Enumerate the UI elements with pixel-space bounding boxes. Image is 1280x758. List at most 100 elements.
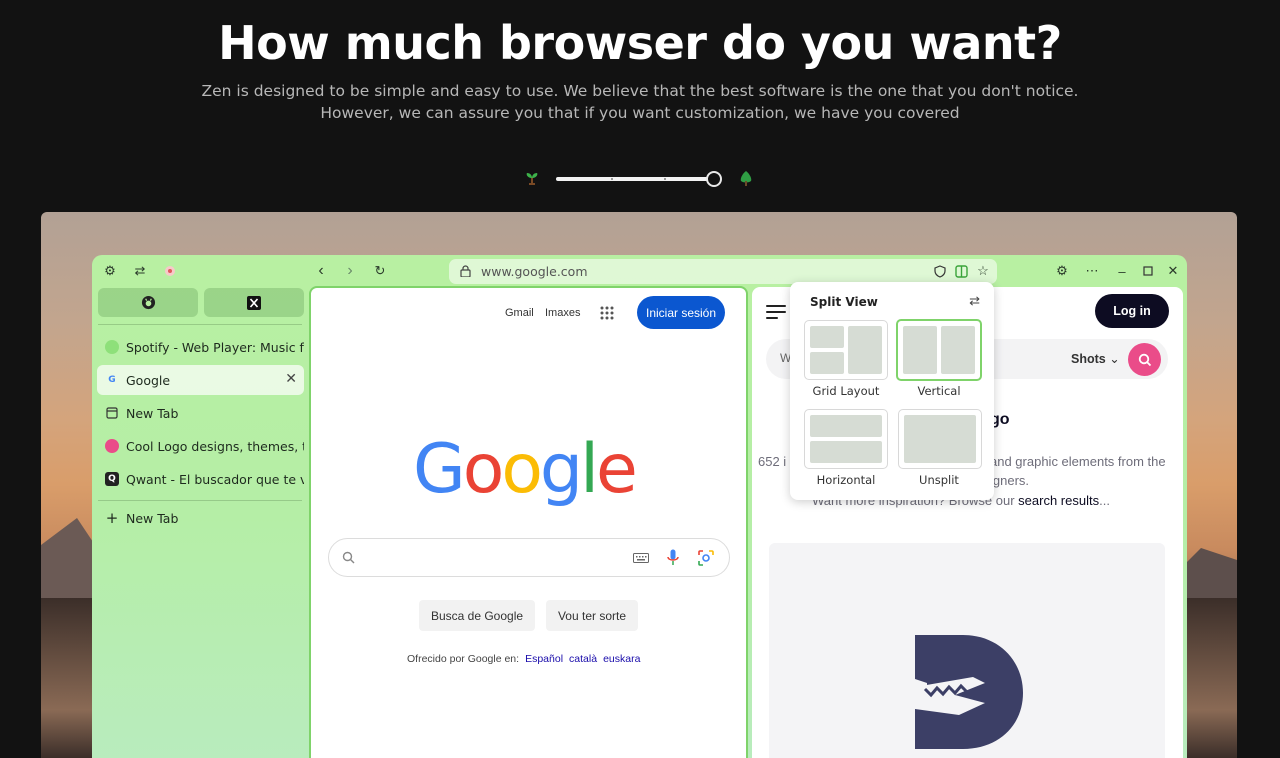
star-icon[interactable]: ☆ [975,263,991,279]
images-link[interactable]: Imaxes [545,307,580,319]
search-results-link[interactable]: search results [1018,493,1099,508]
spotify-icon [105,340,119,354]
offered-label: Ofrecido por Google en: [407,653,520,665]
feeling-lucky-button[interactable]: Vou ter sorte [546,600,638,631]
plus-icon: + [105,509,119,527]
tab-sidebar: Spotify - Web Player: Music for e G Goog… [92,287,308,758]
url-bar[interactable]: www.google.com ☆ [449,259,997,284]
google-search-button[interactable]: Busca de Google [419,600,535,631]
keyboard-icon[interactable] [633,553,649,563]
close-tab-icon[interactable]: ✕ [285,371,297,387]
search-icon [342,551,355,564]
google-pane: Gmail Imaxes Iniciar sesión Google Busca… [309,286,748,758]
dribbble-icon [105,439,119,453]
split-option-label: Grid Layout [812,384,880,398]
sidebar-divider [98,324,302,325]
gmail-link[interactable]: Gmail [505,307,534,319]
sidebar-divider [98,500,302,501]
split-view-icon[interactable] [953,263,969,279]
split-option-grid[interactable] [804,320,888,380]
maximize-icon[interactable] [1140,263,1156,279]
swap-panes-icon[interactable]: ⇄ [969,293,980,309]
results-description: igners. [990,473,1030,488]
tab-google[interactable]: G Google ✕ [97,365,304,395]
pinned-tab-x[interactable] [204,288,304,317]
shield-icon[interactable] [932,263,948,279]
split-view-title: Split View [810,295,878,309]
search-submit-button[interactable] [1128,343,1161,376]
customization-slider[interactable] [0,168,1280,190]
preview-stage: ⚙ ⇄ ‹ › ↻ www.google.com ☆ ⚙ ⋯ – ✕ Spoti… [41,212,1237,758]
split-option-horizontal[interactable] [804,409,888,469]
sync-icon[interactable]: ⇄ [132,263,148,279]
ellipsis: ... [1099,493,1110,508]
google-icon: G [108,375,116,385]
tab-label: Spotify - Web Player: Music for e [126,339,304,355]
github-icon [141,295,155,310]
hero-subtitle-line1: Zen is designed to be simple and easy to… [201,82,1079,100]
tab-label: Cool Logo designs, themes, tem [126,438,304,454]
google-logo: Google [413,430,638,509]
url-text[interactable]: www.google.com [481,264,588,279]
pinned-tab-github[interactable] [98,288,198,317]
lang-link-catala[interactable]: català [569,653,597,665]
tab-label: Google [126,372,171,388]
google-search-input[interactable] [328,538,730,577]
slider-track[interactable] [556,177,714,181]
minimize-icon[interactable]: – [1114,263,1130,279]
forward-icon[interactable]: › [342,262,358,279]
split-option-label: Vertical [917,384,961,398]
split-option-vertical[interactable] [896,319,982,381]
split-option-label: Horizontal [816,473,876,487]
lens-icon[interactable] [698,550,714,566]
tab-spotify[interactable]: Spotify - Web Player: Music for e [97,332,304,362]
tab-label: New Tab [126,405,179,421]
more-icon[interactable]: ⋯ [1084,263,1100,279]
results-description: and graphic elements from the [990,454,1166,469]
tab-new-tab[interactable]: New Tab [97,398,304,428]
login-button[interactable]: Log in [1095,294,1169,328]
split-option-label: Unsplit [919,473,959,487]
shot-card[interactable] [769,543,1165,758]
browser-toolbar: ⚙ ⇄ ‹ › ↻ www.google.com ☆ ⚙ ⋯ – ✕ [92,255,1187,287]
new-tab-button[interactable]: + New Tab [97,503,304,533]
lang-link-euskara[interactable]: euskara [603,653,640,665]
x-icon [247,295,261,310]
settings-icon[interactable]: ⚙ [102,263,118,279]
extensions-icon[interactable]: ⚙ [1054,263,1070,279]
tab-qwant[interactable]: Q Qwant - El buscador que te valo [97,464,304,494]
dino-logo [915,635,1023,749]
hero-title: How much browser do you want? [218,16,1062,70]
results-count: 652 i [758,454,787,469]
reload-icon[interactable]: ↻ [372,263,388,279]
close-window-icon[interactable]: ✕ [1165,263,1181,279]
profile-icon[interactable] [162,263,178,279]
sign-in-button[interactable]: Iniciar sesión [637,296,725,329]
hero-subtitle-line2: However, we can assure you that if you w… [320,104,960,122]
offered-in: Ofrecido por Google en: Español català eusk… [407,653,640,665]
search-icon [1138,353,1151,366]
qwant-icon: Q [105,472,119,486]
new-tab-label: New Tab [126,510,179,526]
lang-link-espanol[interactable]: Español [525,653,563,665]
lock-icon [457,263,473,279]
slider-tick [664,178,666,180]
chevron-down-icon: ⌄ [1109,352,1120,366]
split-option-unsplit[interactable] [898,409,982,469]
apps-grid-icon[interactable] [600,306,614,320]
shots-label: Shots [1071,352,1106,366]
browser-window: ⚙ ⇄ ‹ › ↻ www.google.com ☆ ⚙ ⋯ – ✕ Spoti… [92,255,1187,758]
split-view-popup: Split View ⇄ Grid Layout Vertical Horizo… [790,282,994,500]
back-icon[interactable]: ‹ [313,262,329,279]
slider-thumb[interactable] [706,171,722,187]
sprout-icon [526,173,538,185]
tree-icon [740,171,752,186]
microphone-icon[interactable] [667,549,679,566]
tab-label: Qwant - El buscador que te valo [126,471,304,487]
hero-subtitle: Zen is designed to be simple and easy to… [0,80,1280,124]
menu-icon[interactable] [766,305,786,323]
tab-dribbble[interactable]: Cool Logo designs, themes, tem [97,431,304,461]
newtab-icon [105,406,119,420]
shots-dropdown[interactable]: Shots ⌄ [1071,351,1120,366]
slider-tick [611,178,613,180]
